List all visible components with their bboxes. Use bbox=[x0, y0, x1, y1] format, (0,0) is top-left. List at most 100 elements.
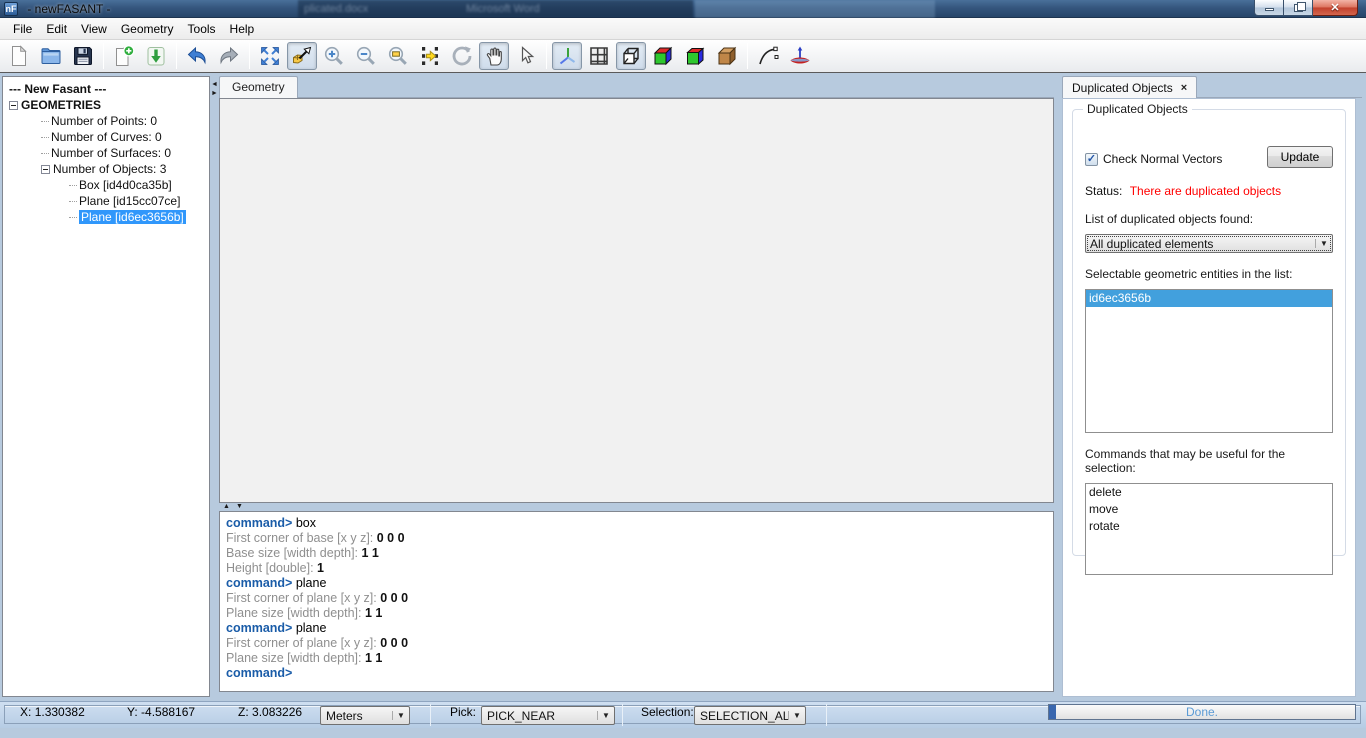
console-response-value: 1 bbox=[317, 561, 324, 575]
background-window-title: Microsoft Word bbox=[466, 3, 540, 15]
restore-button[interactable] bbox=[1284, 0, 1313, 16]
tree-item-label[interactable]: Number of Curves: 0 bbox=[51, 130, 162, 144]
entities-label: Selectable geometric entities in the lis… bbox=[1085, 267, 1333, 281]
wireframe-view-button[interactable] bbox=[616, 42, 646, 70]
entities-listbox[interactable]: id6ec3656b bbox=[1085, 289, 1333, 433]
status-divider bbox=[430, 704, 431, 726]
chevron-down-icon[interactable]: ▼ bbox=[1315, 239, 1332, 248]
curvature-tool-button[interactable] bbox=[753, 42, 783, 70]
command-list-item[interactable]: rotate bbox=[1086, 518, 1332, 535]
geometry-canvas[interactable] bbox=[219, 98, 1054, 503]
tree-item[interactable]: GEOMETRIES bbox=[3, 97, 209, 113]
entity-list-item[interactable]: id6ec3656b bbox=[1086, 290, 1332, 307]
title-bar[interactable]: plicated.docx Microsoft Word nF - newFAS… bbox=[0, 0, 1366, 18]
console-command-line: command> plane bbox=[226, 576, 1053, 591]
splitter-collapse-left-icon[interactable]: ◄ bbox=[211, 80, 218, 89]
window-title: - newFASANT - bbox=[24, 2, 114, 16]
menu-item-edit[interactable]: Edit bbox=[39, 20, 74, 38]
solid-view-button[interactable] bbox=[648, 42, 678, 70]
tree-item-label[interactable]: Number of Objects: 3 bbox=[53, 162, 166, 176]
tab-duplicated-objects[interactable]: Duplicated Objects × bbox=[1062, 76, 1197, 98]
menu-item-view[interactable]: View bbox=[74, 20, 114, 38]
collapse-expander-icon[interactable] bbox=[41, 165, 50, 174]
commands-listbox[interactable]: deletemoverotate bbox=[1085, 483, 1333, 575]
menu-item-file[interactable]: File bbox=[6, 20, 39, 38]
tree-item[interactable]: Number of Surfaces: 0 bbox=[3, 145, 209, 161]
splitter-collapse-right-icon[interactable]: ► bbox=[211, 89, 218, 98]
vertical-splitter[interactable]: ◄ ► bbox=[211, 76, 218, 697]
tree-connector bbox=[41, 121, 49, 122]
horizontal-splitter[interactable]: ▲ ▼ bbox=[219, 503, 1054, 511]
normals-tool-button[interactable] bbox=[785, 42, 815, 70]
tree-item-label[interactable]: Box [id4d0ca35b] bbox=[79, 178, 172, 192]
command-list-item[interactable]: delete bbox=[1086, 484, 1332, 501]
add-geometry-button[interactable] bbox=[109, 42, 139, 70]
zoom-model-button[interactable] bbox=[287, 42, 317, 70]
tree-item-label[interactable]: Number of Points: 0 bbox=[51, 114, 157, 128]
pick-combobox[interactable]: PICK_NEAR ▼ bbox=[481, 706, 615, 725]
chevron-down-icon[interactable]: ▼ bbox=[788, 711, 805, 720]
tree-item-label[interactable]: Plane [id6ec3656b] bbox=[79, 210, 186, 224]
tab-geometry[interactable]: Geometry bbox=[219, 76, 298, 98]
console-command-text: plane bbox=[292, 621, 326, 635]
collapse-expander-icon[interactable] bbox=[9, 101, 18, 110]
pan-button[interactable] bbox=[479, 42, 509, 70]
splitter-collapse-up-icon[interactable]: ▲ bbox=[223, 503, 230, 511]
console-prompt: command> bbox=[226, 576, 292, 590]
application-window: plicated.docx Microsoft Word nF - newFAS… bbox=[0, 0, 1366, 738]
tree-item[interactable]: --- New Fasant --- bbox=[3, 81, 209, 97]
tab-close-icon[interactable]: × bbox=[1181, 83, 1187, 93]
save-button[interactable] bbox=[68, 42, 98, 70]
tree-item-label[interactable]: Plane [id15cc07ce] bbox=[79, 194, 180, 208]
tree-item[interactable]: Box [id4d0ca35b] bbox=[3, 177, 209, 193]
minimize-button[interactable] bbox=[1254, 0, 1284, 16]
tree-item[interactable]: Number of Curves: 0 bbox=[3, 129, 209, 145]
console-response-value: 0 0 0 bbox=[380, 591, 408, 605]
solid-edges-view-button[interactable] bbox=[680, 42, 710, 70]
menu-item-help[interactable]: Help bbox=[223, 20, 262, 38]
menu-item-tools[interactable]: Tools bbox=[181, 20, 223, 38]
chevron-down-icon[interactable]: ▼ bbox=[392, 711, 409, 720]
tree-item[interactable]: Plane [id6ec3656b] bbox=[3, 209, 209, 225]
group-title: Duplicated Objects bbox=[1083, 102, 1192, 116]
open-file-button[interactable] bbox=[36, 42, 66, 70]
update-button[interactable]: Update bbox=[1267, 146, 1333, 168]
check-normal-vectors-checkbox[interactable]: ✓ bbox=[1085, 153, 1098, 166]
commands-label: Commands that may be useful for the sele… bbox=[1085, 447, 1333, 475]
splitter-collapse-down-icon[interactable]: ▼ bbox=[236, 503, 243, 511]
redo-button[interactable] bbox=[214, 42, 244, 70]
select-cursor-button[interactable] bbox=[511, 42, 541, 70]
background-window-title: plicated.docx bbox=[304, 3, 368, 15]
show-axes-button[interactable] bbox=[552, 42, 582, 70]
close-button[interactable]: ✕ bbox=[1313, 0, 1358, 16]
command-list-item[interactable]: move bbox=[1086, 501, 1332, 518]
tree-item[interactable]: Number of Objects: 3 bbox=[3, 161, 209, 177]
swap-view-icon bbox=[418, 44, 442, 68]
menu-item-geometry[interactable]: Geometry bbox=[114, 20, 181, 38]
command-console[interactable]: command> boxFirst corner of base [x y z]… bbox=[219, 511, 1054, 692]
chevron-down-icon[interactable]: ▼ bbox=[597, 711, 614, 720]
units-combobox[interactable]: Meters ▼ bbox=[320, 706, 410, 725]
toolbar-separator bbox=[546, 43, 547, 69]
undo-button[interactable] bbox=[182, 42, 212, 70]
zoom-in-button[interactable] bbox=[319, 42, 349, 70]
import-geometry-button[interactable] bbox=[141, 42, 171, 70]
rotate-view-button[interactable] bbox=[447, 42, 477, 70]
normals-tool-icon bbox=[788, 44, 812, 68]
textured-view-button[interactable] bbox=[712, 42, 742, 70]
show-grid-button[interactable] bbox=[584, 42, 614, 70]
undo-icon bbox=[185, 44, 209, 68]
zoom-window-button[interactable] bbox=[383, 42, 413, 70]
selection-combobox[interactable]: SELECTION_ALL ▼ bbox=[694, 706, 806, 725]
fit-view-button[interactable] bbox=[255, 42, 285, 70]
tree-item-label[interactable]: --- New Fasant --- bbox=[9, 82, 106, 96]
tree-item[interactable]: Plane [id15cc07ce] bbox=[3, 193, 209, 209]
new-document-button[interactable] bbox=[4, 42, 34, 70]
swap-view-button[interactable] bbox=[415, 42, 445, 70]
minimize-icon bbox=[1265, 8, 1274, 11]
tree-item-label[interactable]: Number of Surfaces: 0 bbox=[51, 146, 171, 160]
tree-item[interactable]: Number of Points: 0 bbox=[3, 113, 209, 129]
zoom-out-button[interactable] bbox=[351, 42, 381, 70]
duplicated-elements-combobox[interactable]: All duplicated elements ▼ bbox=[1085, 234, 1333, 253]
tree-item-label[interactable]: GEOMETRIES bbox=[21, 98, 101, 112]
